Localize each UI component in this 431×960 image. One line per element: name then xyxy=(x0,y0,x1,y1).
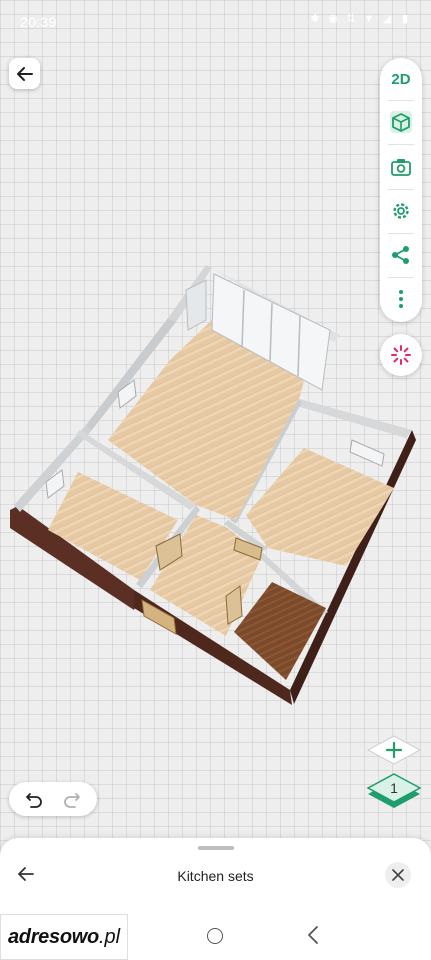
floor-plan-3d-view[interactable] xyxy=(0,0,431,960)
auto-furnish-button[interactable] xyxy=(380,334,422,376)
more-vertical-icon xyxy=(399,290,403,308)
right-room-floor xyxy=(246,448,394,566)
watermark-logo: adresowo .pl xyxy=(0,914,128,960)
back-button[interactable] xyxy=(9,58,40,89)
camera-icon xyxy=(391,159,411,176)
floor-number: 1 xyxy=(390,780,398,796)
redo-button[interactable] xyxy=(62,789,82,809)
divider xyxy=(388,144,414,145)
arrow-left-icon xyxy=(16,66,33,81)
watermark-brand: adresowo xyxy=(7,925,99,948)
system-back-button[interactable] xyxy=(306,925,320,945)
sheet-drag-handle[interactable] xyxy=(198,846,234,850)
more-options-button[interactable] xyxy=(380,278,422,320)
undo-redo-group xyxy=(9,782,97,816)
sparkle-icon xyxy=(391,345,411,365)
home-button[interactable] xyxy=(207,928,223,944)
add-floor-button[interactable] xyxy=(366,734,422,768)
undo-button[interactable] xyxy=(24,789,44,809)
gear-icon xyxy=(393,203,409,219)
sheet-close-button[interactable] xyxy=(385,862,411,888)
watermark-tld: .pl xyxy=(98,925,121,948)
camera-button[interactable] xyxy=(380,146,422,188)
share-button[interactable] xyxy=(380,234,422,276)
view-toolbar: 2D xyxy=(380,58,422,322)
3d-view-button[interactable] xyxy=(380,101,422,143)
sheet-title: Kitchen sets xyxy=(177,868,254,884)
2d-mode-button[interactable]: 2D xyxy=(380,58,422,100)
floors xyxy=(48,320,394,680)
close-icon xyxy=(392,869,404,881)
share-icon xyxy=(392,246,409,264)
settings-button[interactable] xyxy=(380,190,422,232)
cube-3d-icon xyxy=(390,111,412,133)
